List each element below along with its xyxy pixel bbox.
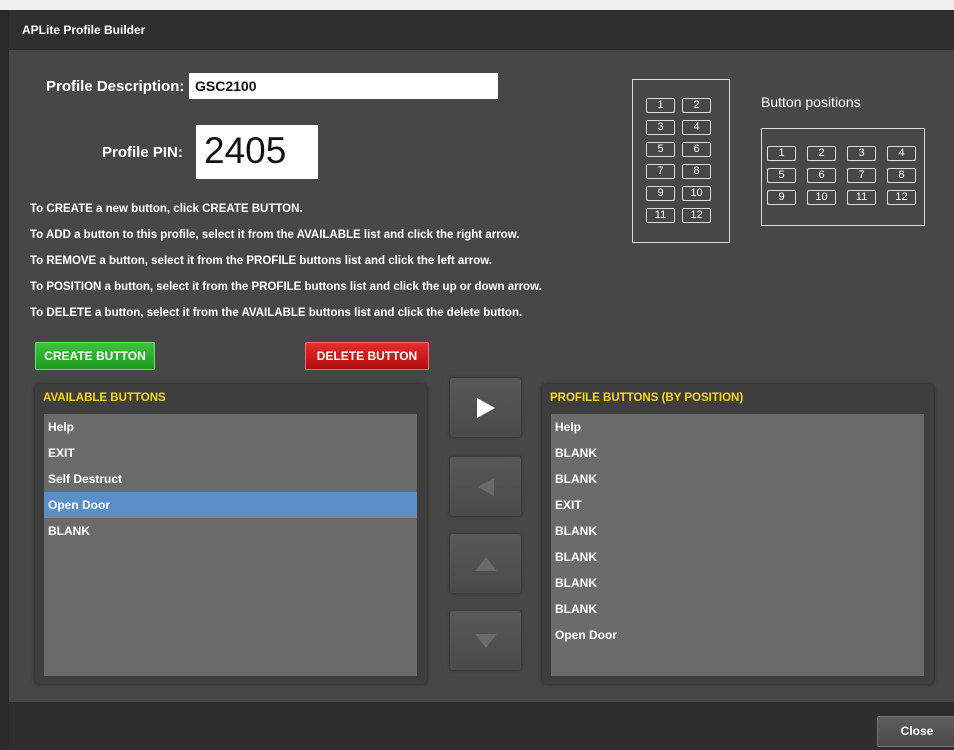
- position-number: 1: [646, 98, 675, 113]
- left-strip: [0, 10, 9, 750]
- profile-buttons-panel: PROFILE BUTTONS (BY POSITION) Help BLANK…: [542, 384, 934, 684]
- move-up-arrow-button[interactable]: [450, 534, 521, 593]
- available-buttons-list[interactable]: Help EXIT Self Destruct Open Door BLANK: [44, 414, 417, 676]
- button-positions-title: Button positions: [761, 94, 861, 110]
- add-arrow-button[interactable]: [450, 378, 521, 437]
- remove-arrow-button[interactable]: [450, 457, 521, 516]
- position-number: 8: [887, 168, 916, 183]
- list-item[interactable]: BLANK: [551, 518, 924, 544]
- position-number: 3: [847, 146, 876, 161]
- position-number: 12: [887, 190, 916, 205]
- description-input[interactable]: GSC2100: [189, 73, 498, 99]
- position-number: 8: [682, 164, 711, 179]
- list-item-selected[interactable]: Open Door: [44, 492, 417, 518]
- instruction-position: To POSITION a button, select it from the…: [30, 281, 542, 293]
- list-item[interactable]: Help: [44, 414, 417, 440]
- list-item[interactable]: BLANK: [551, 440, 924, 466]
- profile-buttons-list[interactable]: Help BLANK BLANK EXIT BLANK BLANK BLANK …: [551, 414, 924, 676]
- position-number: 9: [646, 186, 675, 201]
- list-item[interactable]: EXIT: [551, 492, 924, 518]
- window-title: APLite Profile Builder: [9, 10, 954, 50]
- position-number: 6: [807, 168, 836, 183]
- list-item[interactable]: BLANK: [551, 570, 924, 596]
- position-number: 2: [807, 146, 836, 161]
- list-item[interactable]: BLANK: [551, 544, 924, 570]
- position-number: 10: [682, 186, 711, 201]
- bottom-bar: [9, 702, 954, 750]
- position-number: 3: [646, 120, 675, 135]
- close-button[interactable]: Close: [877, 716, 954, 747]
- instruction-create: To CREATE a new button, click CREATE BUT…: [30, 203, 303, 215]
- create-button[interactable]: CREATE BUTTON: [35, 342, 155, 370]
- horizontal-position-diagram: 1 2 3 4 5 6 7 8 9 10 11 12: [761, 128, 925, 226]
- position-number: 7: [646, 164, 675, 179]
- position-number: 11: [646, 208, 675, 223]
- position-number: 11: [847, 190, 876, 205]
- vertical-position-diagram: 1 2 3 4 5 6 7 8 9 10 11 12: [632, 79, 730, 243]
- description-label: Profile Description:: [46, 78, 185, 95]
- pin-input[interactable]: 2405: [196, 125, 318, 179]
- list-item[interactable]: BLANK: [551, 466, 924, 492]
- list-item[interactable]: Open Door: [551, 622, 924, 648]
- available-buttons-header: AVAILABLE BUTTONS: [43, 392, 166, 404]
- delete-button[interactable]: DELETE BUTTON: [305, 342, 429, 370]
- list-item[interactable]: Help: [551, 414, 924, 440]
- list-item[interactable]: BLANK: [44, 518, 417, 544]
- instruction-delete: To DELETE a button, select it from the A…: [30, 307, 523, 319]
- available-buttons-panel: AVAILABLE BUTTONS Help EXIT Self Destruc…: [35, 384, 427, 684]
- position-number: 12: [682, 208, 711, 223]
- pin-label: Profile PIN:: [102, 144, 183, 161]
- profile-buttons-header: PROFILE BUTTONS (BY POSITION): [550, 392, 744, 404]
- list-item[interactable]: Self Destruct: [44, 466, 417, 492]
- arrow-right-icon: [476, 397, 495, 418]
- move-down-arrow-button[interactable]: [450, 611, 521, 670]
- position-number: 6: [682, 142, 711, 157]
- arrow-left-icon: [477, 477, 494, 496]
- position-number: 4: [682, 120, 711, 135]
- top-strip: [0, 0, 954, 10]
- list-item[interactable]: EXIT: [44, 440, 417, 466]
- instruction-remove: To REMOVE a button, select it from the P…: [30, 255, 492, 267]
- instruction-add: To ADD a button to this profile, select …: [30, 229, 520, 241]
- arrow-up-icon: [474, 556, 497, 571]
- position-number: 9: [767, 190, 796, 205]
- profile-builder-window: APLite Profile Builder Profile Descripti…: [9, 10, 954, 750]
- position-number: 5: [646, 142, 675, 157]
- position-number: 10: [807, 190, 836, 205]
- position-number: 4: [887, 146, 916, 161]
- position-number: 5: [767, 168, 796, 183]
- position-number: 2: [682, 98, 711, 113]
- position-number: 7: [847, 168, 876, 183]
- position-number: 1: [767, 146, 796, 161]
- arrow-down-icon: [474, 633, 497, 648]
- list-item[interactable]: BLANK: [551, 596, 924, 622]
